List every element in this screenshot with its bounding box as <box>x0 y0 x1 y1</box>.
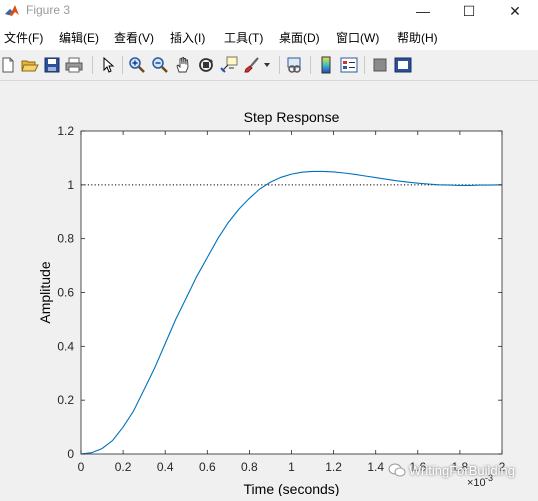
menu-bar: 文件(F) 编辑(E) 查看(V) 插入(I) 工具(T) 桌面(D) 窗口(W… <box>0 22 538 50</box>
menu-view[interactable]: 查看(V) <box>114 29 154 46</box>
y-tick-label: 0 <box>67 447 74 461</box>
maximize-button[interactable]: ☐ <box>446 0 492 22</box>
y-tick-label: 0.8 <box>57 232 74 246</box>
x-tick-label: 0 <box>78 460 85 474</box>
pan-hand-icon[interactable] <box>173 55 193 75</box>
print-icon[interactable] <box>64 55 84 75</box>
figure-toolbar <box>0 50 538 81</box>
x-tick-label: 1 <box>288 460 295 474</box>
save-icon[interactable] <box>42 55 62 75</box>
toolbar-separator <box>92 56 93 74</box>
colorbar-icon[interactable] <box>316 55 336 75</box>
open-file-icon[interactable] <box>20 55 40 75</box>
toolbar-separator <box>364 56 365 74</box>
data-cursor-icon[interactable] <box>219 55 239 75</box>
x-tick-label: 0.4 <box>157 460 174 474</box>
figure-canvas: 0 0.2 0.4 0.6 0.8 1 1.2 1.4 1.6 1.8 2 0 0.2 0.4 0.6 0.8… <box>0 81 538 497</box>
x-tick-label: 1.4 <box>367 460 384 474</box>
step-response-chart[interactable]: 0 0.2 0.4 0.6 0.8 1 1.2 1.4 1.6 1.8 200.20.40.60.8… <box>0 81 538 497</box>
x-axis-label: Time (seconds) <box>244 481 340 496</box>
wechat-icon <box>388 463 406 477</box>
hide-plot-tools-icon[interactable] <box>370 55 390 75</box>
window-title: Figure 3 <box>26 3 71 17</box>
y-axis-label: Amplitude <box>37 261 53 323</box>
y-tick-label: 0.6 <box>57 286 74 300</box>
watermark: WritingForBuilding <box>388 462 515 478</box>
x-tick-label: 0.6 <box>199 460 216 474</box>
menu-edit[interactable]: 编辑(E) <box>59 29 99 46</box>
zoom-in-icon[interactable] <box>127 55 147 75</box>
chart-title: Step Response <box>244 109 340 125</box>
legend-icon[interactable] <box>339 55 359 75</box>
x-tick-label: 0.2 <box>115 460 132 474</box>
matlab-app-icon <box>5 5 19 16</box>
x-tick-label: 1.2 <box>325 460 342 474</box>
watermark-text: WritingForBuilding <box>409 462 515 478</box>
axes-background <box>81 131 502 454</box>
show-plot-tools-icon[interactable] <box>393 55 413 75</box>
brush-icon[interactable] <box>242 55 262 75</box>
menu-help[interactable]: 帮助(H) <box>397 29 438 46</box>
menu-tools[interactable]: 工具(T) <box>224 29 263 46</box>
link-plot-icon[interactable] <box>285 55 305 75</box>
y-tick-label: 1 <box>67 178 74 192</box>
rotate-3d-icon[interactable] <box>196 55 216 75</box>
zoom-out-icon[interactable] <box>150 55 170 75</box>
maximize-icon: ☐ <box>462 2 476 19</box>
menu-desktop[interactable]: 桌面(D) <box>279 29 320 46</box>
new-figure-icon[interactable] <box>0 55 18 75</box>
y-tick-label: 0.2 <box>57 393 74 407</box>
window-title-bar[interactable]: Figure 3 — ☐ ✕ <box>0 0 538 22</box>
y-tick-label: 0.4 <box>57 339 74 353</box>
x-tick-label: 0.8 <box>241 460 258 474</box>
brush-dropdown-icon[interactable] <box>261 55 273 75</box>
minimize-button[interactable]: — <box>400 0 446 22</box>
menu-file[interactable]: 文件(F) <box>4 29 43 46</box>
x-exponent-label: ×10 <box>467 477 486 489</box>
menu-insert[interactable]: 插入(I) <box>170 29 205 46</box>
toolbar-separator <box>122 56 123 74</box>
close-button[interactable]: ✕ <box>492 0 538 22</box>
y-tick-label: 1.2 <box>57 124 74 138</box>
pointer-icon[interactable] <box>98 55 118 75</box>
minimize-icon: — <box>416 3 430 19</box>
close-icon: ✕ <box>509 2 521 19</box>
toolbar-separator <box>310 56 311 74</box>
menu-window[interactable]: 窗口(W) <box>336 29 379 46</box>
toolbar-separator <box>279 56 280 74</box>
